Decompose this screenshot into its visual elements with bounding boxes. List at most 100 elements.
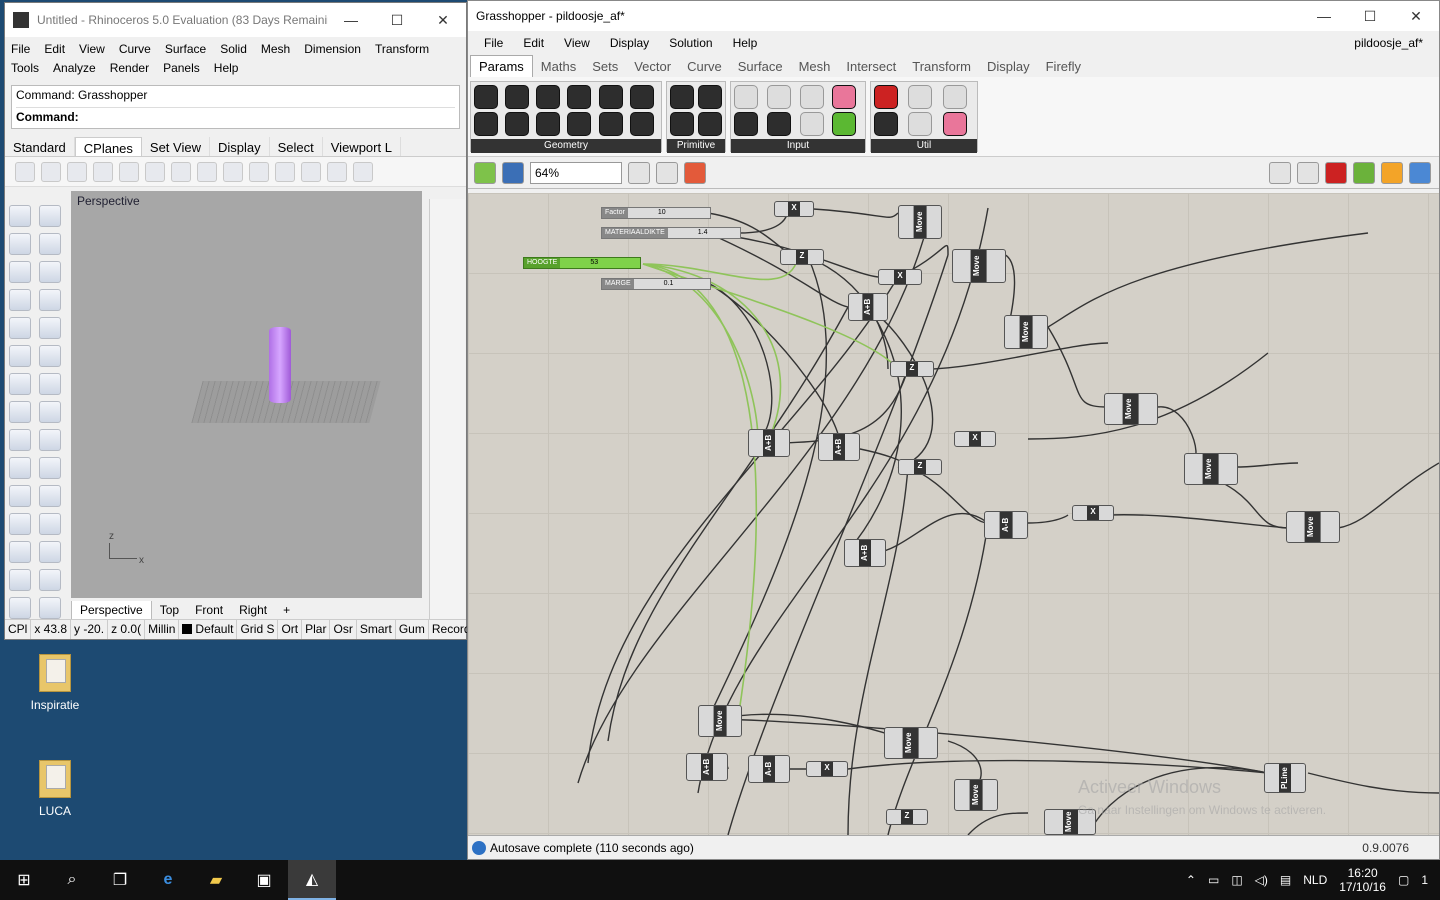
param-mesh-icon[interactable] (598, 85, 623, 109)
util-galapagos-icon[interactable] (942, 85, 967, 109)
menu-render[interactable]: Render (110, 59, 149, 78)
input-data-icon[interactable] (734, 85, 758, 109)
menu-file[interactable]: File (11, 40, 30, 59)
search-icon[interactable]: ⌕ (48, 860, 96, 900)
document-preview-icon[interactable] (1409, 161, 1431, 184)
util-cherry-icon[interactable] (874, 85, 898, 109)
viewport-tab-perspective[interactable]: Perspective (71, 601, 152, 621)
preview-eye-icon[interactable] (656, 161, 678, 184)
tab-maths[interactable]: Maths (533, 56, 584, 77)
slider-materiaaldikte[interactable]: MATERIAALDIKTE 1.4 (601, 227, 741, 239)
rhino-taskbar-icon[interactable]: ◭ (288, 860, 336, 900)
file-explorer-icon[interactable]: ▰ (192, 860, 240, 900)
arc-icon[interactable] (9, 289, 31, 311)
ribbon-group-label[interactable]: Util (871, 139, 977, 153)
open-cplane-icon[interactable] (353, 161, 373, 182)
addition-component[interactable]: A+B (848, 293, 888, 321)
menu-mesh[interactable]: Mesh (261, 40, 290, 59)
menu-dimension[interactable]: Dimension (304, 40, 361, 59)
cplane-origin-icon[interactable] (41, 161, 61, 182)
preview-mesh-icon[interactable] (1353, 161, 1375, 184)
move-component[interactable]: Move (1184, 453, 1238, 485)
slider-factor[interactable]: Factor 10 (601, 207, 711, 219)
status-layer[interactable]: Default (179, 620, 238, 639)
text-icon[interactable] (9, 541, 31, 563)
tab-transform[interactable]: Transform (904, 56, 979, 77)
param-plane-icon[interactable] (629, 85, 654, 109)
menu-analyze[interactable]: Analyze (53, 59, 96, 78)
gh-menu-help[interactable]: Help (733, 36, 758, 50)
preview-shaded-icon[interactable] (1297, 161, 1319, 184)
zoom-extents-icon[interactable] (628, 161, 650, 184)
select-arrow-icon[interactable] (9, 205, 31, 227)
gh-menu-view[interactable]: View (564, 36, 590, 50)
param-box-icon[interactable] (536, 85, 561, 109)
mesh-icon[interactable] (39, 401, 61, 423)
move-component[interactable]: Move (1286, 511, 1340, 543)
save-file-icon[interactable] (502, 161, 524, 184)
unit-z-component[interactable]: Z (898, 459, 942, 475)
task-view-icon[interactable]: ❐ (96, 860, 144, 900)
offset-icon[interactable] (39, 513, 61, 535)
input-gradient-icon[interactable] (832, 85, 857, 109)
addition-component[interactable]: A+B (748, 429, 790, 457)
desktop-icon-luca[interactable]: LUCA (20, 760, 90, 818)
menu-transform[interactable]: Transform (375, 40, 429, 59)
fillet-icon[interactable] (39, 317, 61, 339)
chevron-up-icon[interactable]: ⌃ (1186, 873, 1196, 887)
array-icon[interactable] (9, 569, 31, 591)
tab-surface[interactable]: Surface (730, 56, 791, 77)
transform-icon[interactable] (9, 429, 31, 451)
addition-component[interactable]: A+B (844, 539, 886, 567)
ribbon-group-label[interactable]: Geometry (471, 139, 661, 153)
addition-component[interactable]: A+B (686, 753, 728, 781)
param-geometry-icon[interactable] (474, 85, 498, 109)
slider-marge[interactable]: MARGE 0.1 (601, 278, 711, 290)
maximize-icon[interactable]: ☐ (1347, 8, 1393, 25)
gh-menu-edit[interactable]: Edit (523, 36, 544, 50)
param-integer-icon[interactable] (670, 112, 694, 136)
gh-menu-solution[interactable]: Solution (669, 36, 712, 50)
gh-menu-display[interactable]: Display (610, 36, 649, 50)
viewport-label[interactable]: Perspective (77, 194, 140, 208)
menu-help[interactable]: Help (214, 59, 239, 78)
tab-display[interactable]: Display (210, 137, 270, 156)
param-arc-icon[interactable] (505, 85, 530, 109)
viewport-tab-right[interactable]: Right (231, 601, 275, 621)
status-planar[interactable]: Plar (302, 620, 331, 639)
battery-icon[interactable]: ▭ (1208, 873, 1219, 887)
gh-menu-file[interactable]: File (484, 36, 503, 50)
unit-x-component[interactable]: X (878, 269, 922, 285)
polyline-icon[interactable] (9, 233, 31, 255)
move-component[interactable]: Move (1004, 315, 1048, 349)
split-icon[interactable] (39, 457, 61, 479)
cplane-rotate-icon[interactable] (145, 161, 165, 182)
tab-sets[interactable]: Sets (584, 56, 626, 77)
status-smarttrack[interactable]: Smart (357, 620, 396, 639)
analyze-icon[interactable] (39, 429, 61, 451)
cylinder-object[interactable] (269, 327, 291, 403)
slider-hoogte[interactable]: HOOGTE 53 (523, 257, 641, 269)
network-icon[interactable]: ◫ (1231, 873, 1242, 887)
menu-edit[interactable]: Edit (44, 40, 65, 59)
select-cplane-icon[interactable] (275, 161, 295, 182)
util-flask-icon[interactable] (942, 112, 967, 136)
cplane-top-icon[interactable] (15, 161, 35, 182)
gh-canvas[interactable]: Factor 10 MATERIAALDIKTE 1.4 HOOGTE 53 M… (468, 193, 1439, 835)
tab-standard[interactable]: Standard (5, 137, 75, 156)
menu-panels[interactable]: Panels (163, 59, 200, 78)
clock[interactable]: 16:20 17/10/16 (1339, 866, 1386, 894)
point-icon[interactable] (39, 205, 61, 227)
tab-display[interactable]: Display (979, 56, 1038, 77)
curve-icon[interactable] (39, 233, 61, 255)
unit-x-component[interactable]: X (806, 761, 848, 777)
tab-params[interactable]: Params (470, 55, 533, 77)
render-icon[interactable] (9, 597, 31, 619)
menu-curve[interactable]: Curve (119, 40, 151, 59)
command-area[interactable]: Command: Grasshopper Command: (11, 85, 460, 129)
viewport-tab-front[interactable]: Front (187, 601, 231, 621)
cplane-elevation-icon[interactable] (93, 161, 113, 182)
status-osnap[interactable]: Osr (330, 620, 357, 639)
param-circle-icon[interactable] (474, 112, 498, 136)
move-component[interactable]: Move (898, 205, 942, 239)
